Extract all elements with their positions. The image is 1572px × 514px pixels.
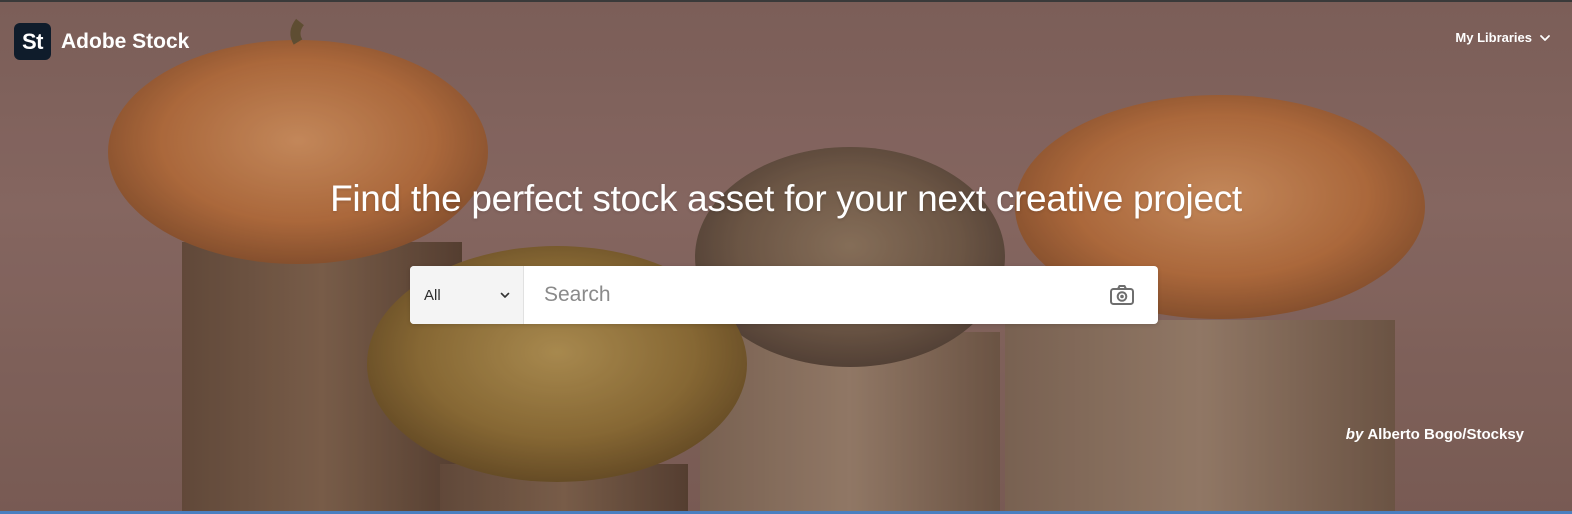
- adobe-stock-logo[interactable]: St: [14, 23, 51, 60]
- search-input[interactable]: [524, 266, 1086, 324]
- search-scope-dropdown[interactable]: All: [410, 266, 524, 324]
- search-bar: All: [410, 266, 1158, 324]
- page-title: Find the perfect stock asset for your ne…: [330, 178, 1242, 219]
- hero-overlay: [0, 2, 1572, 514]
- brand-name[interactable]: Adobe Stock: [61, 30, 189, 54]
- brand[interactable]: St Adobe Stock: [14, 23, 189, 60]
- search-scope-value: All: [424, 286, 441, 304]
- visual-search-button[interactable]: [1086, 266, 1158, 324]
- my-libraries-menu[interactable]: My Libraries: [1455, 30, 1552, 45]
- hero-banner: St Adobe Stock My Libraries Find the per…: [0, 0, 1572, 514]
- photo-credit: by Alberto Bogo/Stocksy: [1346, 426, 1524, 443]
- my-libraries-label: My Libraries: [1455, 30, 1532, 45]
- chevron-down-icon: [1540, 34, 1550, 41]
- photo-credit-prefix: by: [1345, 426, 1364, 443]
- photo-credit-link[interactable]: Alberto Bogo/Stocksy: [1367, 426, 1524, 443]
- chevron-down-icon: [500, 292, 510, 298]
- camera-icon: [1110, 285, 1134, 305]
